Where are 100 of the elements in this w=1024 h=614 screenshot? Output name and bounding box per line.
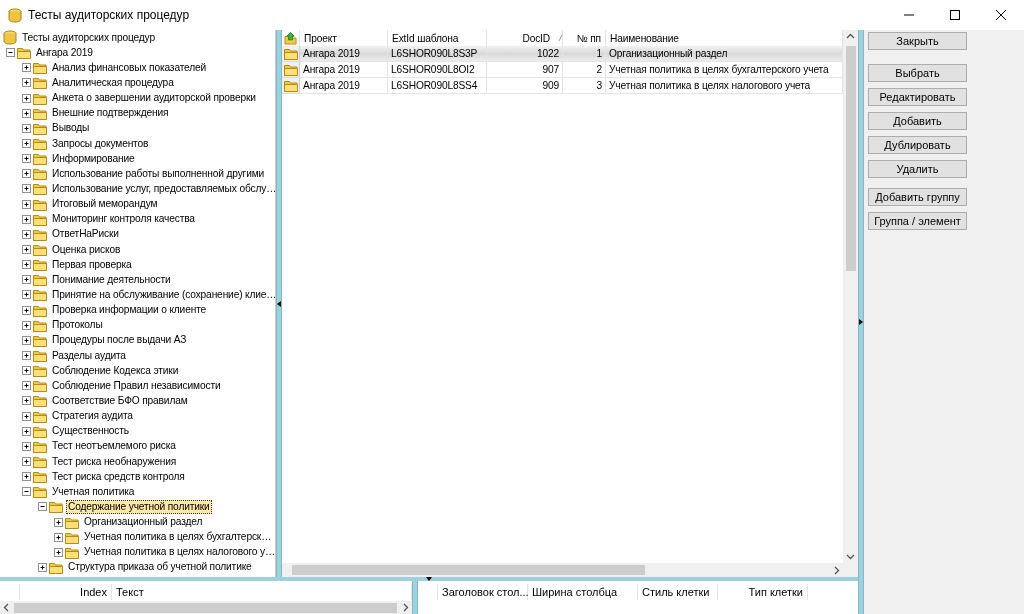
tree-item[interactable]: Соблюдение Кодекса этики bbox=[50, 363, 181, 378]
tree-item[interactable]: Первая проверка bbox=[50, 257, 134, 272]
expand-toggle-icon[interactable] bbox=[22, 411, 31, 421]
expand-toggle-icon[interactable] bbox=[22, 457, 31, 466]
expand-toggle-icon[interactable] bbox=[22, 93, 31, 103]
tree-item[interactable]: Содержание учетной политики bbox=[66, 499, 212, 514]
scroll-right-icon[interactable] bbox=[403, 603, 409, 612]
action-button[interactable]: Добавить bbox=[868, 112, 967, 130]
expand-toggle-icon[interactable] bbox=[22, 78, 31, 88]
tree-item[interactable]: Разделы аудита bbox=[50, 348, 128, 363]
tree-item[interactable]: Использование услуг, предоставляемых обслу… bbox=[50, 181, 275, 196]
collapse-toggle-icon[interactable] bbox=[6, 48, 15, 58]
scroll-left-icon[interactable] bbox=[3, 603, 9, 612]
tree-item[interactable]: Протоколы bbox=[50, 318, 105, 333]
collapse-toggle-icon[interactable] bbox=[38, 502, 47, 512]
tree-item[interactable]: Запросы документов bbox=[50, 136, 151, 151]
tree-item[interactable]: Понимание деятельности bbox=[50, 272, 173, 287]
vertical-scrollbar[interactable] bbox=[843, 30, 858, 563]
tree-item[interactable]: Оценка рисков bbox=[50, 242, 123, 257]
action-button[interactable]: Группа / элемент bbox=[868, 212, 967, 230]
tree-item[interactable]: Организационный раздел bbox=[82, 515, 205, 530]
table-row[interactable]: Ангара 2019 L6SHOR090L8SS4 909 3 Учетная политика в целях налогового учета bbox=[282, 78, 843, 94]
tree-item[interactable]: Итоговый меморандум bbox=[50, 197, 160, 212]
expand-toggle-icon[interactable] bbox=[38, 563, 47, 572]
tree-item[interactable]: Тест риска необнаружения bbox=[50, 454, 179, 469]
table-row[interactable]: Ангара 2019 L6SHOR090L8S3P 1022 1 Организационный раздел bbox=[282, 46, 843, 62]
expand-toggle-icon[interactable] bbox=[22, 320, 31, 330]
tree-item[interactable]: Учетная политика bbox=[50, 484, 137, 499]
horizontal-scrollbar[interactable] bbox=[282, 563, 843, 577]
scroll-up-icon[interactable] bbox=[846, 33, 855, 39]
tree-item[interactable]: Проверка информации о клиенте bbox=[50, 303, 209, 318]
tree-item[interactable]: Тест неотъемлемого риска bbox=[50, 439, 178, 454]
table-row[interactable]: Ангара 2019 L6SHOR090L8OI2 907 2 Учетная политика в целях бухгалтерского учета bbox=[282, 62, 843, 78]
column-header[interactable]: Заголовок стол... bbox=[442, 586, 529, 598]
expand-toggle-icon[interactable] bbox=[54, 547, 63, 557]
action-button[interactable]: Редактировать bbox=[868, 88, 967, 106]
tree-item[interactable]: Анализ финансовых показателей bbox=[50, 60, 209, 75]
expand-toggle-icon[interactable] bbox=[54, 532, 63, 542]
expand-toggle-icon[interactable] bbox=[22, 396, 31, 406]
column-header[interactable]: Стиль клетки bbox=[642, 586, 710, 598]
expand-toggle-icon[interactable] bbox=[22, 214, 31, 224]
expand-toggle-icon[interactable] bbox=[22, 335, 31, 345]
column-header[interactable]: Проект bbox=[304, 32, 337, 44]
expand-toggle-icon[interactable] bbox=[22, 63, 31, 73]
column-header[interactable]: № пп bbox=[576, 32, 601, 44]
column-header[interactable]: ExtId шаблона bbox=[392, 32, 459, 44]
tree-item[interactable]: Существенность bbox=[50, 424, 131, 439]
column-header[interactable]: DocID bbox=[522, 32, 550, 44]
tree-item[interactable]: Аналитическая процедура bbox=[50, 76, 176, 90]
tree-item[interactable]: Процедуры после выдачи АЗ bbox=[50, 333, 189, 348]
column-header[interactable]: Наименование bbox=[610, 32, 679, 44]
tree-item[interactable]: Тест риска средств контроля bbox=[50, 469, 187, 484]
expand-toggle-icon[interactable] bbox=[22, 154, 31, 164]
expand-toggle-icon[interactable] bbox=[22, 229, 31, 239]
action-button[interactable]: Дублировать bbox=[868, 136, 967, 154]
tree-item[interactable]: Мониторинг контроля качества bbox=[50, 212, 197, 227]
expand-toggle-icon[interactable] bbox=[22, 108, 31, 118]
column-header[interactable]: Текст bbox=[116, 586, 144, 598]
column-header[interactable]: Ширина столбца bbox=[532, 586, 618, 598]
tree-item[interactable]: Выводы bbox=[50, 121, 92, 136]
expand-toggle-icon[interactable] bbox=[22, 381, 31, 391]
expand-toggle-icon[interactable] bbox=[22, 366, 31, 376]
tree-item[interactable]: Анкета о завершении аудиторской проверки bbox=[50, 91, 258, 106]
tree-item[interactable]: Учетная политика в целях налогового у… bbox=[82, 545, 275, 560]
tree-item[interactable]: Принятие на обслуживание (сохранение) клие… bbox=[50, 287, 275, 302]
expand-toggle-icon[interactable] bbox=[22, 123, 31, 133]
expand-toggle-icon[interactable] bbox=[22, 275, 31, 285]
tree-item[interactable]: Использование работы выполненной другими bbox=[50, 166, 267, 181]
tree-item[interactable]: Тесты аудиторских процедур bbox=[20, 30, 157, 45]
tree-item[interactable]: Соответствие БФО правилам bbox=[50, 393, 190, 408]
tree-item[interactable]: Структура приказа об учетной политике bbox=[66, 560, 254, 575]
scroll-down-icon[interactable] bbox=[846, 554, 855, 560]
action-button[interactable]: Добавить группу bbox=[868, 188, 967, 206]
tree-item[interactable]: ОтветНаРиски bbox=[50, 227, 121, 242]
column-header[interactable]: Тип клетки bbox=[748, 586, 803, 598]
expand-toggle-icon[interactable] bbox=[22, 351, 31, 360]
tree-item[interactable]: Внешние подтверждения bbox=[50, 106, 171, 121]
expand-toggle-icon[interactable] bbox=[22, 245, 31, 255]
tree-item[interactable]: Информирование bbox=[50, 151, 137, 166]
tree-item[interactable]: Соблюдение Правил независимости bbox=[50, 378, 223, 393]
tree-item[interactable]: Стратегия аудита bbox=[50, 409, 135, 424]
collapse-toggle-icon[interactable] bbox=[22, 487, 31, 497]
horizontal-scrollbar[interactable] bbox=[0, 601, 412, 614]
expand-toggle-icon[interactable] bbox=[22, 184, 31, 194]
tree-item[interactable]: Ангара 2019 bbox=[34, 45, 95, 60]
scroll-right-icon[interactable] bbox=[834, 565, 840, 575]
action-button[interactable]: Удалить bbox=[868, 160, 967, 178]
expand-toggle-icon[interactable] bbox=[22, 199, 31, 209]
folder-up-icon[interactable] bbox=[284, 31, 297, 45]
expand-toggle-icon[interactable] bbox=[22, 290, 31, 300]
expand-toggle-icon[interactable] bbox=[54, 517, 63, 527]
action-button[interactable]: Выбрать bbox=[868, 64, 967, 82]
expand-toggle-icon[interactable] bbox=[22, 426, 31, 436]
expand-toggle-icon[interactable] bbox=[22, 441, 31, 451]
expand-toggle-icon[interactable] bbox=[22, 472, 31, 482]
expand-toggle-icon[interactable] bbox=[22, 169, 31, 179]
tree-item[interactable]: Учетная политика в целях бухгалтерск… bbox=[82, 530, 274, 545]
expand-toggle-icon[interactable] bbox=[22, 305, 31, 315]
expand-toggle-icon[interactable] bbox=[22, 260, 31, 270]
column-header[interactable]: Index bbox=[80, 586, 107, 598]
